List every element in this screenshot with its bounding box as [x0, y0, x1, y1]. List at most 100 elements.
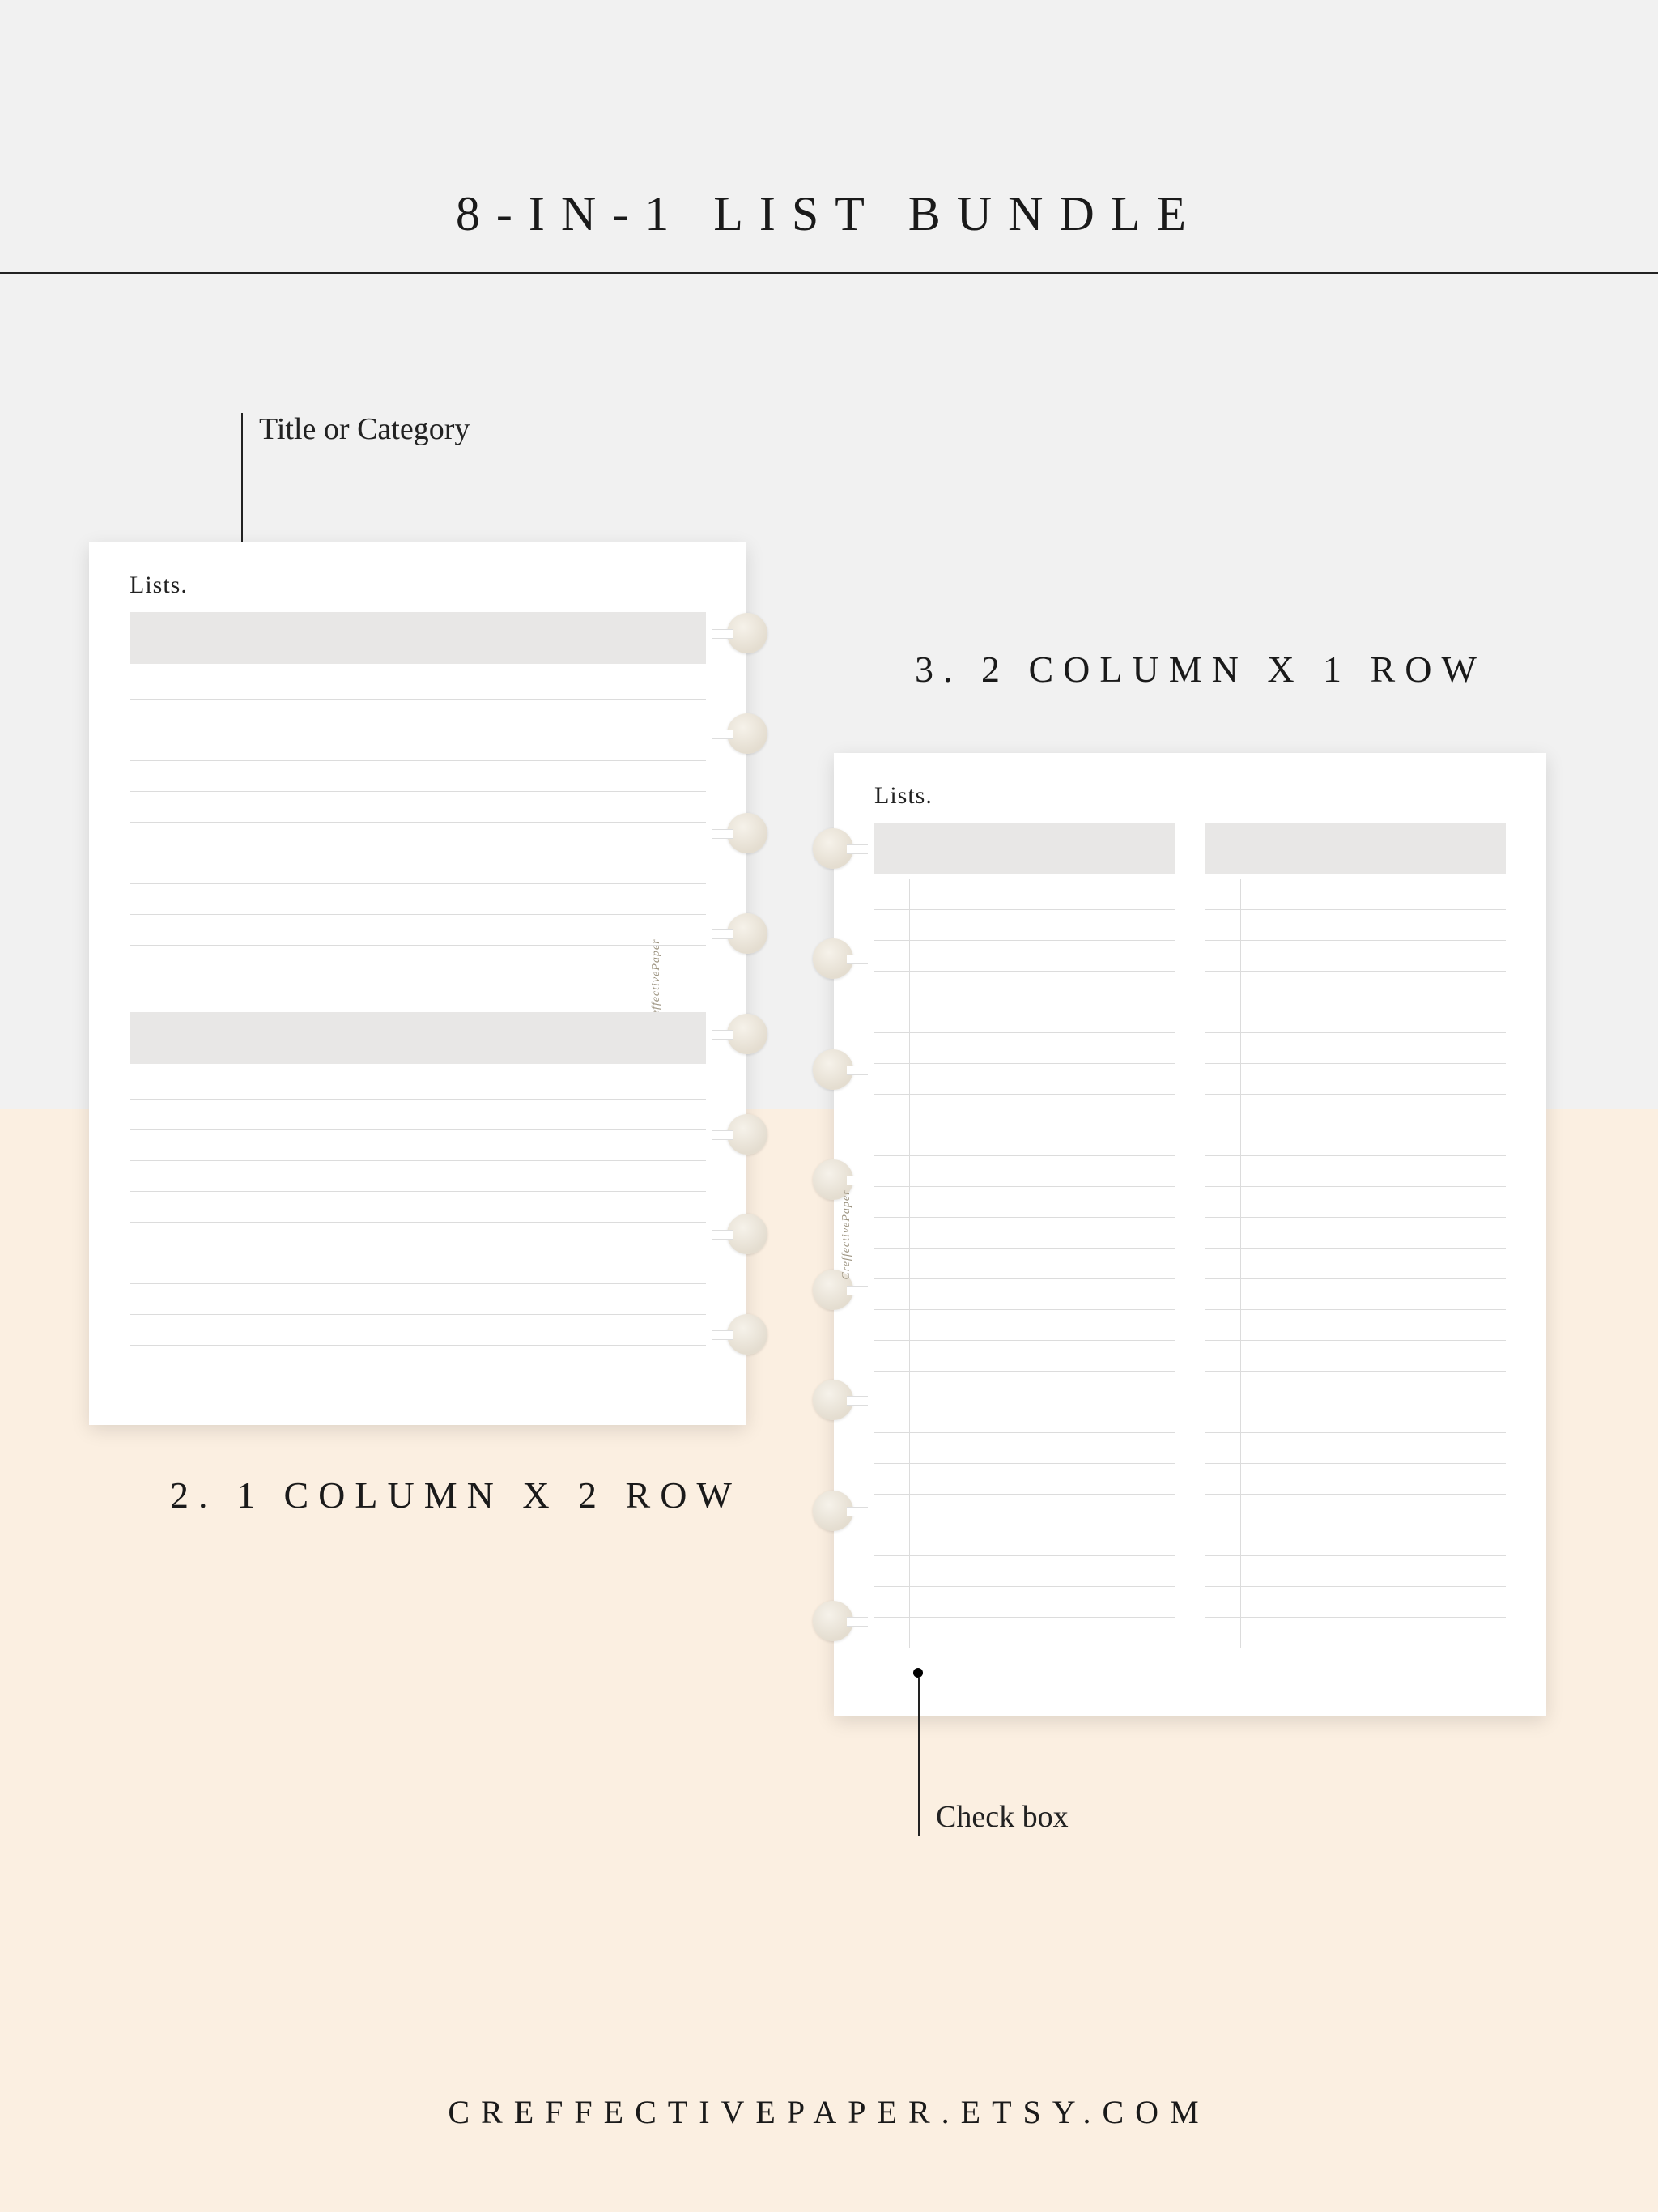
list-title-field[interactable] — [874, 823, 1175, 874]
check-box-slot[interactable] — [874, 879, 910, 909]
check-box-slot[interactable] — [874, 1618, 910, 1648]
check-box-slot[interactable] — [1205, 1033, 1241, 1063]
list-line[interactable] — [874, 1587, 1175, 1618]
list-line[interactable] — [1205, 1095, 1506, 1125]
list-line[interactable] — [874, 910, 1175, 941]
list-line[interactable] — [874, 1341, 1175, 1372]
list-line[interactable] — [1205, 941, 1506, 972]
list-title-field[interactable] — [130, 612, 706, 664]
list-line[interactable] — [1205, 1556, 1506, 1587]
list-line[interactable] — [874, 972, 1175, 1002]
list-line[interactable] — [874, 1033, 1175, 1064]
list-line[interactable] — [874, 1372, 1175, 1402]
check-box-slot[interactable] — [1205, 972, 1241, 1002]
check-box-slot[interactable] — [1205, 879, 1241, 909]
check-box-slot[interactable] — [874, 941, 910, 971]
list-line[interactable] — [874, 1310, 1175, 1341]
check-box-slot[interactable] — [874, 1125, 910, 1155]
list-line[interactable] — [1205, 1618, 1506, 1648]
list-line[interactable] — [130, 792, 706, 823]
check-box-slot[interactable] — [874, 1464, 910, 1494]
list-line[interactable] — [130, 1130, 706, 1161]
list-line[interactable] — [1205, 910, 1506, 941]
list-line[interactable] — [130, 1100, 706, 1130]
check-box-slot[interactable] — [1205, 941, 1241, 971]
check-box-slot[interactable] — [874, 1495, 910, 1525]
check-box-slot[interactable] — [1205, 1341, 1241, 1371]
check-box-slot[interactable] — [874, 1033, 910, 1063]
check-box-slot[interactable] — [1205, 1279, 1241, 1309]
check-box-slot[interactable] — [874, 1525, 910, 1555]
check-box-slot[interactable] — [1205, 1464, 1241, 1494]
list-line[interactable] — [874, 1249, 1175, 1279]
check-box-slot[interactable] — [1205, 1433, 1241, 1463]
list-line[interactable] — [874, 1279, 1175, 1310]
list-line[interactable] — [874, 1495, 1175, 1525]
check-box-slot[interactable] — [874, 1587, 910, 1617]
check-box-slot[interactable] — [1205, 1249, 1241, 1278]
check-box-slot[interactable] — [1205, 1125, 1241, 1155]
list-line[interactable] — [874, 1618, 1175, 1648]
check-box-slot[interactable] — [874, 1433, 910, 1463]
check-box-slot[interactable] — [874, 972, 910, 1002]
check-box-slot[interactable] — [874, 1372, 910, 1402]
list-line[interactable] — [1205, 1125, 1506, 1156]
list-line[interactable] — [1205, 1341, 1506, 1372]
check-box-slot[interactable] — [1205, 1156, 1241, 1186]
check-box-slot[interactable] — [1205, 1525, 1241, 1555]
list-line[interactable] — [130, 761, 706, 792]
list-line[interactable] — [130, 915, 706, 946]
list-line[interactable] — [130, 1315, 706, 1346]
list-line[interactable] — [130, 1161, 706, 1192]
list-line[interactable] — [1205, 1372, 1506, 1402]
check-box-slot[interactable] — [1205, 1218, 1241, 1248]
list-line[interactable] — [874, 1218, 1175, 1249]
list-line[interactable] — [130, 669, 706, 700]
list-line[interactable] — [874, 941, 1175, 972]
check-box-slot[interactable] — [874, 1341, 910, 1371]
check-box-slot[interactable] — [874, 910, 910, 940]
check-box-slot[interactable] — [874, 1279, 910, 1309]
check-box-slot[interactable] — [1205, 910, 1241, 940]
list-line[interactable] — [1205, 1033, 1506, 1064]
list-line[interactable] — [1205, 1002, 1506, 1033]
list-line[interactable] — [1205, 1279, 1506, 1310]
check-box-slot[interactable] — [874, 1218, 910, 1248]
list-line[interactable] — [874, 1125, 1175, 1156]
list-line[interactable] — [130, 1284, 706, 1315]
list-line[interactable] — [130, 884, 706, 915]
list-line[interactable] — [874, 1402, 1175, 1433]
check-box-slot[interactable] — [1205, 1556, 1241, 1586]
list-line[interactable] — [874, 1002, 1175, 1033]
list-line[interactable] — [1205, 972, 1506, 1002]
check-box-slot[interactable] — [874, 1310, 910, 1340]
list-line[interactable] — [874, 1187, 1175, 1218]
list-line[interactable] — [1205, 1495, 1506, 1525]
list-line[interactable] — [874, 1525, 1175, 1556]
list-line[interactable] — [130, 700, 706, 730]
check-box-slot[interactable] — [1205, 1372, 1241, 1402]
check-box-slot[interactable] — [874, 1156, 910, 1186]
check-box-slot[interactable] — [1205, 1495, 1241, 1525]
check-box-slot[interactable] — [1205, 1095, 1241, 1125]
check-box-slot[interactable] — [874, 1002, 910, 1032]
list-line[interactable] — [874, 1156, 1175, 1187]
list-line[interactable] — [1205, 1249, 1506, 1279]
list-line[interactable] — [130, 1192, 706, 1223]
list-line[interactable] — [1205, 1064, 1506, 1095]
list-line[interactable] — [1205, 1187, 1506, 1218]
list-line[interactable] — [1205, 879, 1506, 910]
check-box-slot[interactable] — [874, 1187, 910, 1217]
check-box-slot[interactable] — [1205, 1587, 1241, 1617]
list-line[interactable] — [874, 1464, 1175, 1495]
list-line[interactable] — [874, 1433, 1175, 1464]
list-line[interactable] — [130, 1069, 706, 1100]
list-line[interactable] — [130, 946, 706, 976]
list-line[interactable] — [1205, 1310, 1506, 1341]
check-box-slot[interactable] — [874, 1556, 910, 1586]
list-line[interactable] — [130, 730, 706, 761]
list-line[interactable] — [130, 853, 706, 884]
check-box-slot[interactable] — [1205, 1002, 1241, 1032]
list-line[interactable] — [1205, 1587, 1506, 1618]
list-line[interactable] — [874, 879, 1175, 910]
